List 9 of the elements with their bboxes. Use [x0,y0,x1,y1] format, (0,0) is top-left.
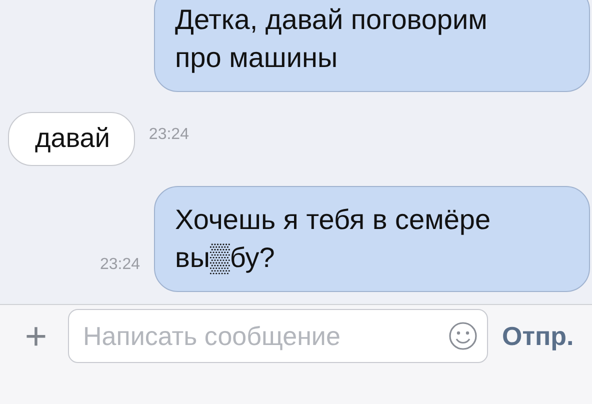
emoji-icon[interactable] [448,321,478,351]
send-button[interactable]: Отпр. [502,309,574,363]
message-time: 23:24 [100,256,140,275]
message-bubble: Детка, давай поговорим про машины [154,0,590,92]
message-bubble: Хочешь я тебя в семёре вы▒бу? [154,186,590,292]
message-input[interactable]: Написать сообщение [68,309,488,363]
add-button[interactable]: + [18,309,54,363]
message-time: 23:24 [148,126,189,145]
message-bubble: давай [8,112,135,166]
